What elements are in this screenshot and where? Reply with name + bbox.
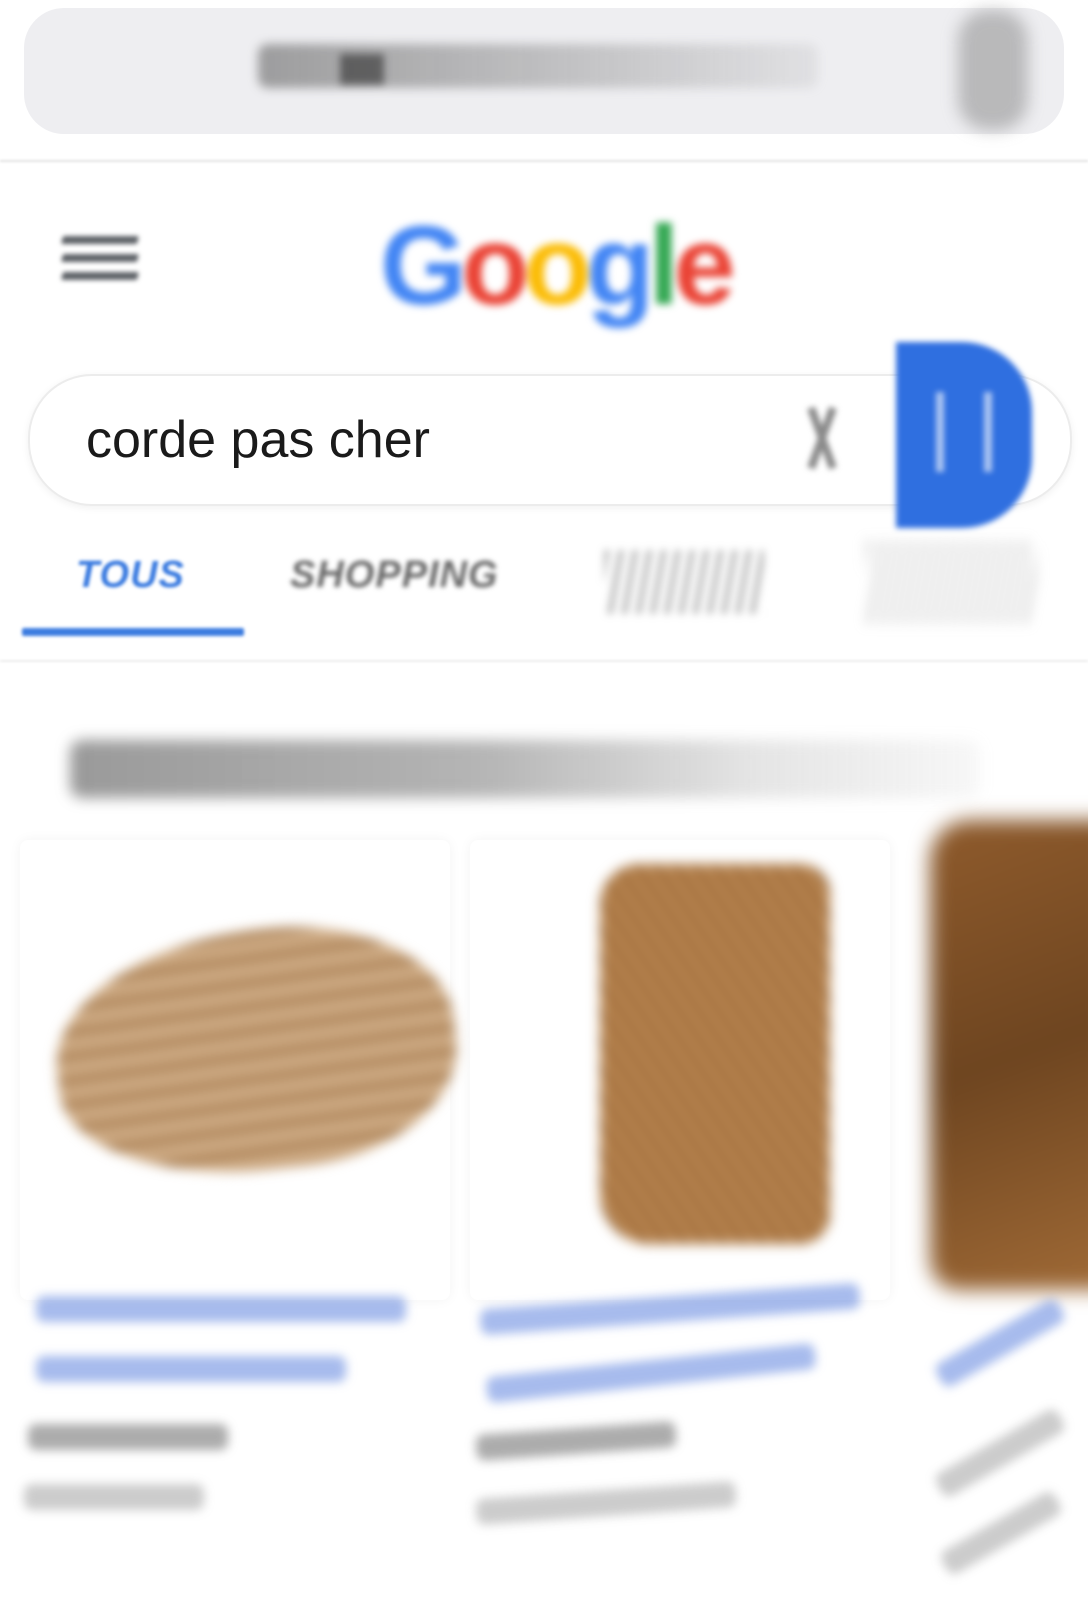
product-merchant <box>24 1484 204 1510</box>
product-price <box>932 1406 1068 1500</box>
product-merchant <box>938 1489 1064 1577</box>
product-title[interactable] <box>932 1296 1068 1390</box>
google-logo[interactable]: Google <box>380 196 736 336</box>
top-divider <box>0 160 1088 162</box>
hamburger-menu-icon[interactable] <box>61 236 139 286</box>
active-tab-indicator <box>22 628 244 636</box>
tab-more[interactable] <box>866 540 1036 624</box>
product-merchant <box>475 1480 737 1526</box>
product-image[interactable] <box>930 820 1088 1290</box>
tab-shopping[interactable]: SHOPPING <box>290 554 499 597</box>
shopping-header-link[interactable] <box>70 740 980 798</box>
product-price <box>28 1424 228 1450</box>
product-image[interactable] <box>600 864 830 1244</box>
tab-all[interactable]: TOUS <box>76 554 185 597</box>
tabs-divider <box>0 660 1088 662</box>
product-title[interactable] <box>485 1342 817 1404</box>
tab-images[interactable] <box>604 550 764 614</box>
clear-icon[interactable] <box>800 398 844 478</box>
search-input[interactable] <box>86 406 606 474</box>
product-title[interactable] <box>36 1356 346 1382</box>
product-title[interactable] <box>36 1296 406 1322</box>
browser-url-text[interactable] <box>258 44 818 88</box>
refresh-icon[interactable] <box>958 10 1028 130</box>
page: Google TOUS SHOPPING <box>0 0 1088 1618</box>
search-icon <box>936 392 992 472</box>
search-tabs: TOUS SHOPPING <box>0 540 1088 650</box>
product-price <box>475 1421 677 1461</box>
